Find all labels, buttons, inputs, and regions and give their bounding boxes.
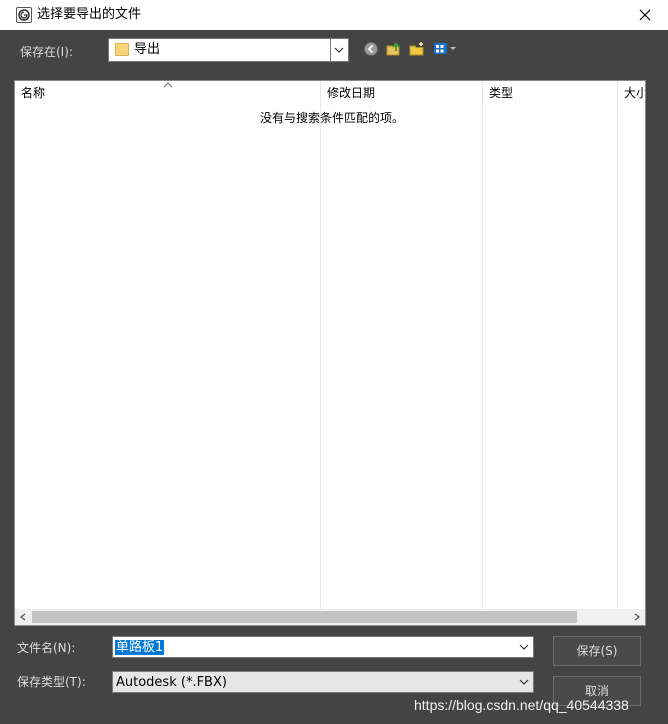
file-name-label: 文件名(N):: [17, 641, 76, 655]
back-icon: [364, 42, 378, 56]
column-header-label: 名称: [21, 86, 46, 100]
chevron-down-icon: [334, 47, 344, 53]
file-name-value: 单路板1: [115, 640, 165, 655]
up-folder-button[interactable]: [385, 40, 403, 58]
column-header-size[interactable]: 大小: [618, 81, 646, 105]
column-header-type[interactable]: 类型: [483, 81, 618, 105]
sort-ascending-icon: [163, 82, 173, 88]
save-in-dropdown[interactable]: 导出: [108, 38, 349, 62]
column-header-label: 类型: [489, 86, 514, 100]
column-header-label: 修改日期: [327, 86, 376, 100]
file-name-dropdown-button[interactable]: [516, 637, 533, 657]
scroll-left-button[interactable]: [15, 609, 31, 625]
chevron-left-icon: [20, 613, 26, 621]
save-type-dropdown-button[interactable]: [516, 672, 533, 692]
close-icon: [639, 9, 651, 21]
folder-icon: [115, 43, 129, 56]
file-list[interactable]: 名称 修改日期 类型 大小 没有与搜索条件匹配的项。: [14, 80, 646, 626]
new-folder-button[interactable]: [408, 40, 426, 58]
save-type-value: Autodesk (*.FBX): [116, 675, 227, 690]
view-menu-icon: [434, 43, 456, 54]
save-type-select[interactable]: Autodesk (*.FBX): [112, 671, 534, 693]
column-header-modified[interactable]: 修改日期: [321, 81, 483, 105]
chevron-right-icon: [634, 613, 640, 621]
column-divider: [617, 105, 618, 611]
save-button[interactable]: 保存(S): [553, 636, 641, 666]
up-folder-icon: [386, 42, 400, 56]
horizontal-scrollbar[interactable]: [15, 609, 645, 625]
column-divider: [320, 105, 321, 611]
new-folder-icon: [409, 42, 424, 56]
save-in-label: 保存在(I):: [20, 45, 73, 59]
file-name-input[interactable]: 单路板1: [112, 636, 534, 658]
chevron-down-icon: [519, 644, 529, 650]
watermark: https://blog.csdn.net/qq_40544338: [414, 697, 629, 713]
back-button[interactable]: [362, 40, 380, 58]
column-divider: [482, 105, 483, 611]
3dsmax-app-icon: [16, 7, 32, 23]
scroll-right-button[interactable]: [629, 609, 645, 625]
scrollbar-thumb[interactable]: [32, 611, 577, 623]
save-type-label: 保存类型(T):: [17, 675, 86, 689]
title-bar: 选择要导出的文件: [0, 0, 668, 30]
empty-list-message: 没有与搜索条件匹配的项。: [260, 111, 405, 125]
chevron-down-icon: [519, 679, 529, 685]
view-menu-button[interactable]: [432, 40, 458, 58]
save-in-dropdown-button[interactable]: [330, 39, 348, 61]
close-button[interactable]: [622, 0, 668, 30]
export-dialog: 保存在(I): 导出 名称 修改日期 类型 大小 没有与搜索条件匹配的项。 文件…: [0, 30, 668, 724]
window-title: 选择要导出的文件: [37, 7, 142, 22]
column-header-label: 大小: [624, 86, 646, 100]
save-in-folder: 导出: [134, 42, 161, 57]
